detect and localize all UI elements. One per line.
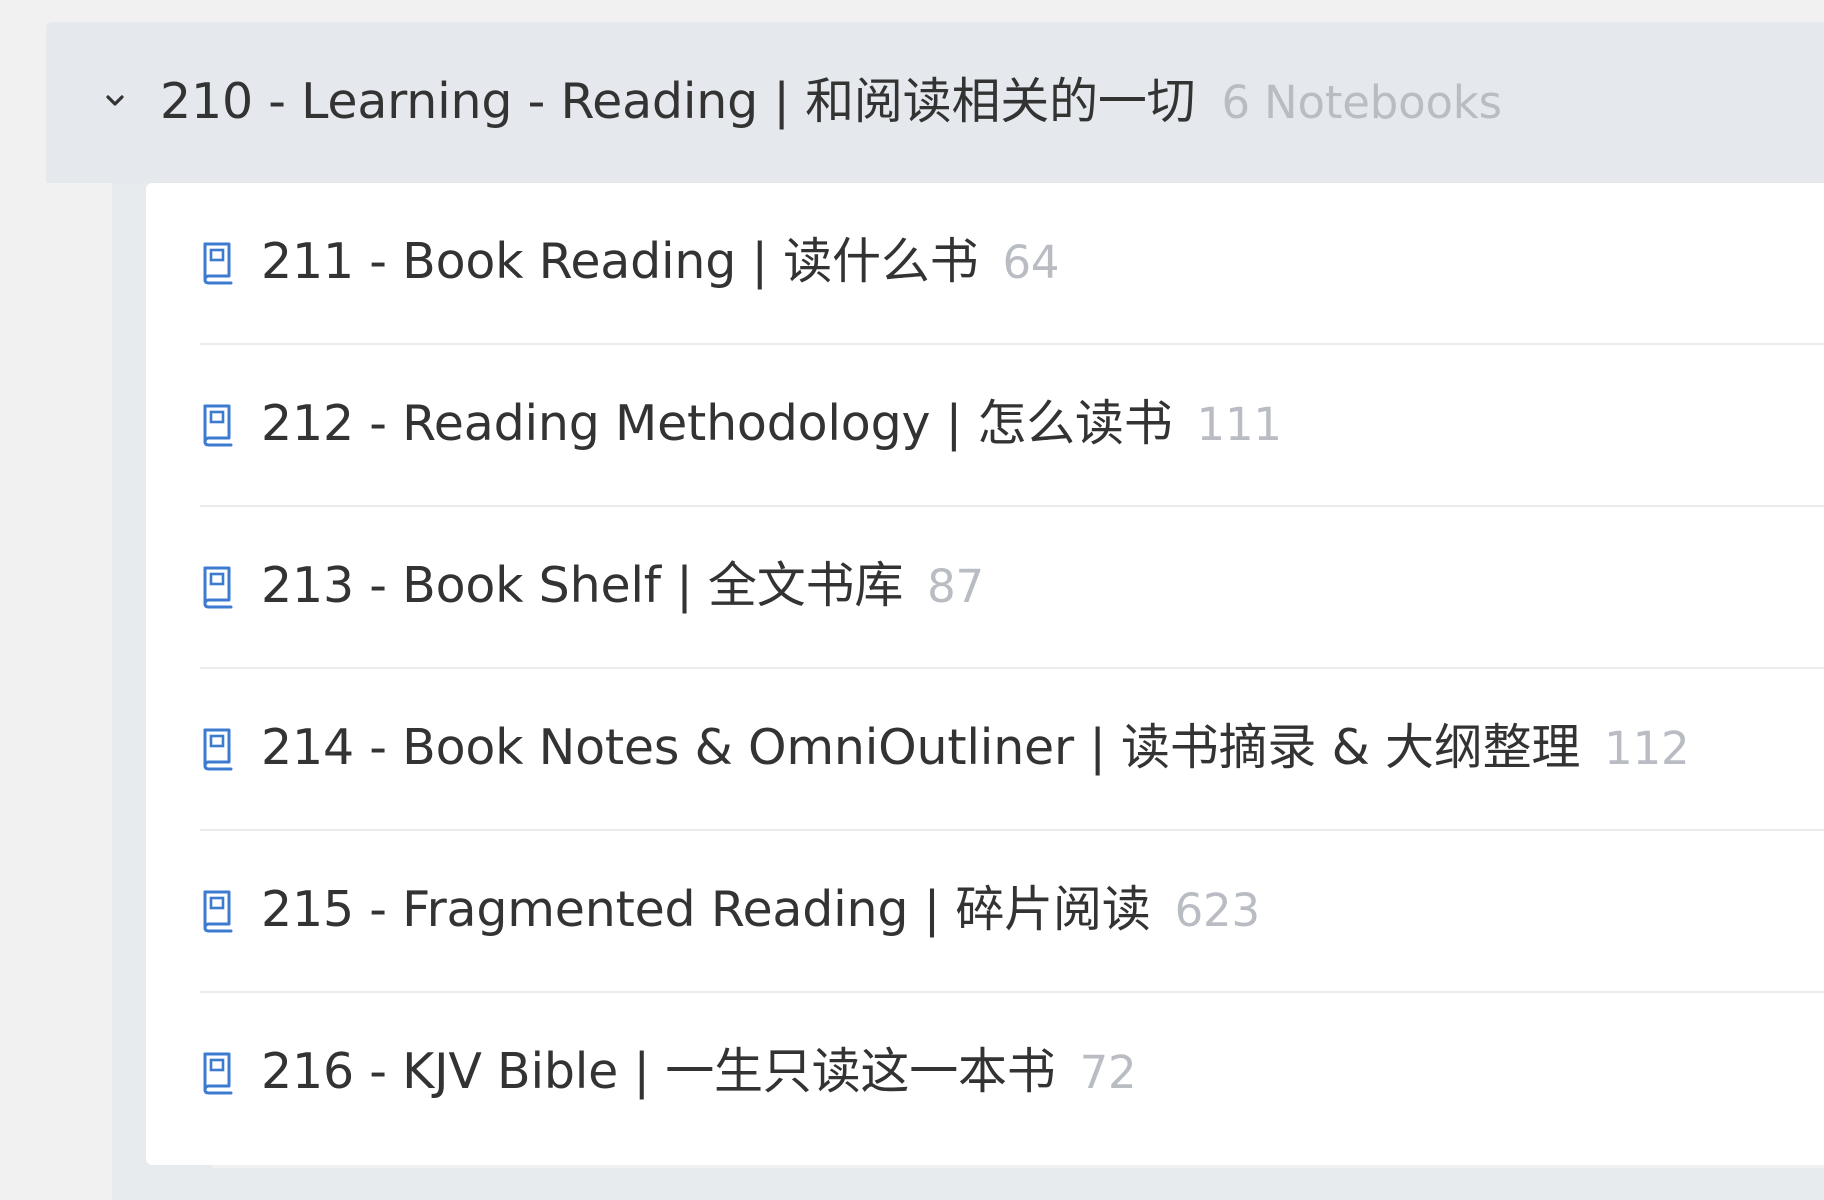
notebook-list: 211 - Book Reading | 读什么书 64 212 - Reading…: [146, 183, 1824, 1165]
stack-notebook-count: 6 Notebooks: [1221, 76, 1502, 129]
notebook-icon: [203, 890, 233, 933]
notebook-label[interactable]: 211 - Book Reading | 读什么书 64: [261, 231, 1060, 294]
notebook-icon: [203, 242, 233, 285]
notebook-note-count: 112: [1604, 722, 1690, 775]
notebook-title: 212 - Reading Methodology | 怎么读书: [261, 395, 1173, 452]
notebook-note-count: 72: [1079, 1046, 1137, 1099]
notebook-icon: [203, 566, 233, 609]
notebook-label[interactable]: 216 - KJV Bible | 一生只读这一本书 72: [261, 1041, 1137, 1104]
notebooks-page: 210 - Learning - Reading | 和阅读相关的一切 6 Not…: [0, 0, 1824, 1200]
notebook-label[interactable]: 212 - Reading Methodology | 怎么读书 111: [261, 393, 1282, 456]
notebook-title: 213 - Book Shelf | 全文书库: [261, 557, 904, 614]
notebook-icon: [203, 728, 233, 771]
notebook-note-count: 623: [1174, 884, 1260, 937]
notebook-icon: [203, 1052, 233, 1095]
notebook-row[interactable]: 213 - Book Shelf | 全文书库 87: [146, 507, 1824, 669]
notebook-title: 216 - KJV Bible | 一生只读这一本书: [261, 1043, 1056, 1100]
notebook-title: 215 - Fragmented Reading | 碎片阅读: [261, 881, 1151, 938]
notebook-note-count: 64: [1002, 236, 1060, 289]
notebook-row[interactable]: 211 - Book Reading | 读什么书 64: [146, 183, 1824, 345]
stack-title-text: 210 - Learning - Reading | 和阅读相关的一切: [160, 73, 1196, 130]
notebook-label[interactable]: 214 - Book Notes & OmniOutliner | 读书摘录 &…: [261, 717, 1690, 780]
notebook-note-count: 87: [927, 560, 984, 613]
notebook-row[interactable]: 212 - Reading Methodology | 怎么读书 111: [146, 345, 1824, 507]
notebook-title: 211 - Book Reading | 读什么书: [261, 233, 979, 290]
notebook-row[interactable]: 214 - Book Notes & OmniOutliner | 读书摘录 &…: [146, 669, 1824, 831]
notebook-label[interactable]: 215 - Fragmented Reading | 碎片阅读 623: [261, 879, 1260, 942]
chevron-down-icon[interactable]: [104, 90, 126, 112]
stack-rail-bottom: [112, 1168, 1824, 1200]
notebook-row[interactable]: 215 - Fragmented Reading | 碎片阅读 623: [146, 831, 1824, 993]
notebook-label[interactable]: 213 - Book Shelf | 全文书库 87: [261, 555, 984, 618]
notebook-icon: [203, 404, 233, 447]
notebook-note-count: 111: [1196, 398, 1282, 451]
notebook-row[interactable]: 216 - KJV Bible | 一生只读这一本书 72: [146, 993, 1824, 1155]
notebook-title: 214 - Book Notes & OmniOutliner | 读书摘录 &…: [261, 719, 1581, 776]
stack-title[interactable]: 210 - Learning - Reading | 和阅读相关的一切 6 Not…: [160, 72, 1502, 133]
stack-header[interactable]: 210 - Learning - Reading | 和阅读相关的一切 6 Not…: [46, 22, 1824, 183]
notebook-stack: 210 - Learning - Reading | 和阅读相关的一切 6 Not…: [46, 22, 1824, 1200]
